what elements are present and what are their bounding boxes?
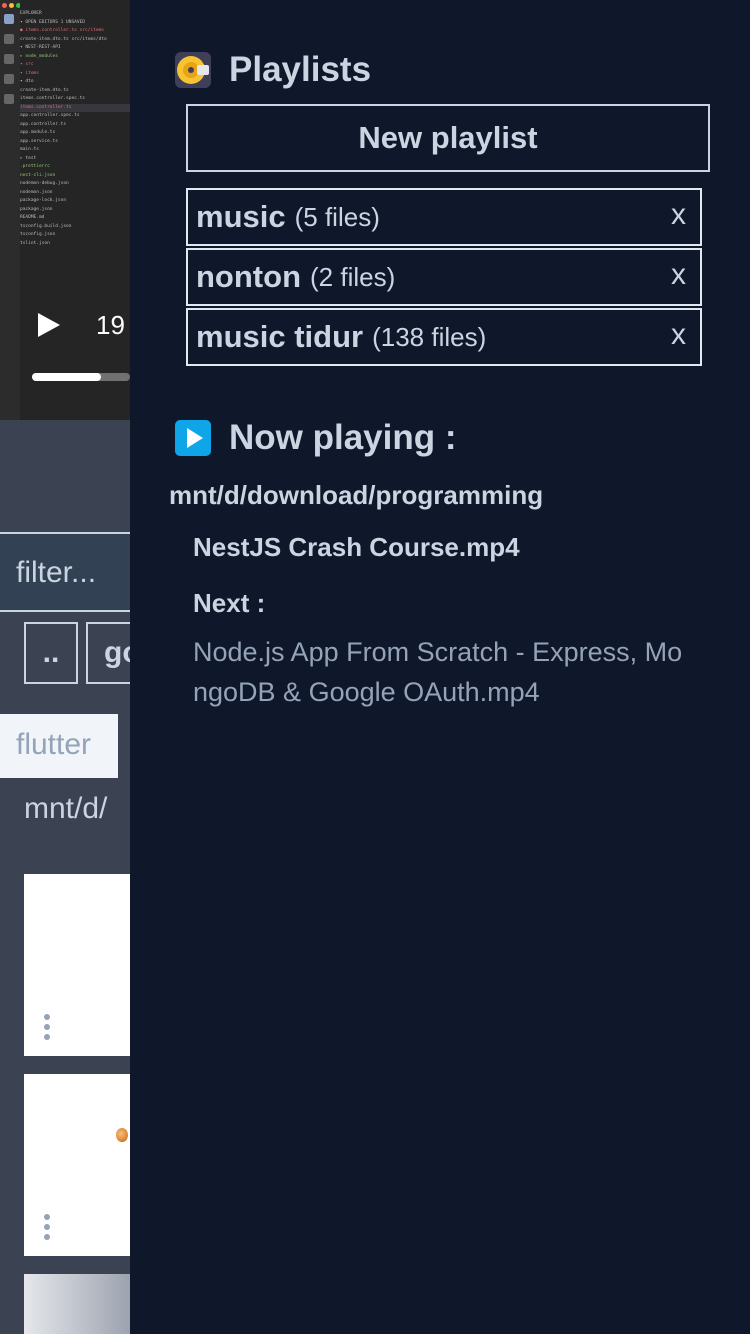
debug-icon [4,74,14,84]
explorer-item[interactable]: ▸ test [20,155,130,164]
video-progress-fill [32,373,101,381]
explorer-item[interactable]: ▾ items [20,70,130,79]
folder-chip[interactable]: flutter [0,714,118,778]
playlist-file-count: (2 files) [310,261,396,292]
explorer-item[interactable]: app.module.ts [20,129,130,138]
play-icon [175,420,211,456]
explorer-item[interactable]: items.controller.ts [20,103,130,112]
explorer-item[interactable]: nodemon-debug.json [20,180,130,189]
search-icon [4,34,14,44]
filter-input[interactable]: filter... [0,532,130,612]
video-card[interactable] [24,1274,130,1334]
source-control-icon [4,54,14,64]
playlists-header: Playlists [175,50,371,90]
explorer-item[interactable]: create-item.dto.ts src/items/dto [20,36,130,45]
explorer-item[interactable]: ▾ src [20,61,130,70]
playlist-panel: Playlists New playlist music (5 files) x… [130,0,750,1334]
files-icon [4,14,14,24]
disc-icon [175,52,211,88]
explorer-item[interactable]: ▾ NEST-REST-API [20,44,130,53]
explorer-item[interactable]: package.json [20,206,130,215]
playlist-item-music[interactable]: music (5 files) x [186,188,702,246]
delete-playlist-button[interactable]: x [671,318,686,352]
explorer-item[interactable]: nodemon.json [20,189,130,198]
now-playing-file: NestJS Crash Course.mp4 [193,532,520,562]
next-label: Next : [193,588,266,618]
now-playing-title: Now playing : [229,418,457,457]
more-options-icon[interactable] [44,1214,50,1240]
explorer-item[interactable]: items.controller.spec.ts [20,95,130,104]
explorer-item[interactable]: nest-cli.json [20,172,130,181]
video-progress-bar[interactable] [32,373,130,381]
playlist-name: music tidur [196,319,364,354]
now-playing-header: Now playing : [175,418,457,458]
explorer-item[interactable]: tsconfig.build.json [20,223,130,232]
next-file: Node.js App From Scratch - Express, Mong… [193,637,683,707]
parent-directory-button[interactable]: .. [24,622,78,684]
delete-playlist-button[interactable]: x [671,198,686,232]
video-play-icon[interactable] [38,313,60,337]
video-card[interactable] [24,874,130,1056]
playlist-item-music-tidur[interactable]: music tidur (138 files) x [186,308,702,366]
explorer-item[interactable]: tslint.json [20,240,130,249]
explorer-item[interactable]: app.controller.spec.ts [20,112,130,121]
explorer-item[interactable]: .prettierrc [20,163,130,172]
video-card[interactable] [24,1074,130,1256]
playlist-name: music [196,199,286,234]
explorer-item[interactable]: README.md [20,214,130,223]
playlist-file-count: (5 files) [294,201,380,232]
explorer-item[interactable]: ▾ OPEN EDITORS 1 UNSAVED [20,19,130,28]
explorer-item[interactable]: ● items.controller.ts src/items [20,27,130,36]
explorer-item[interactable]: app.controller.ts [20,121,130,130]
video-time: 19 [96,310,125,340]
extensions-icon [4,94,14,104]
file-explorer: EXPLORER ▾ OPEN EDITORS 1 UNSAVED ● items… [20,0,130,420]
minimize-dot-icon [9,3,14,8]
explorer-item[interactable]: ▸ node_modules [20,53,130,62]
video-player[interactable]: EXPLORER ▾ OPEN EDITORS 1 UNSAVED ● items… [0,0,130,420]
background-app: EXPLORER ▾ OPEN EDITORS 1 UNSAVED ● items… [0,0,130,1334]
current-path: mnt/d/ [24,792,108,825]
explorer-item[interactable]: tsconfig.json [20,231,130,240]
thumbnail-avatar [116,1128,128,1142]
explorer-item[interactable]: ▾ dto [20,78,130,87]
explorer-item[interactable]: package-lock.json [20,197,130,206]
new-playlist-button[interactable]: New playlist [186,104,710,172]
playlists-title: Playlists [229,50,372,89]
playlist-file-count: (138 files) [372,321,487,352]
now-playing-directory: mnt/d/download/programming [169,480,544,510]
more-options-icon[interactable] [44,1014,50,1040]
explorer-item[interactable]: main.ts [20,146,130,155]
explorer-item[interactable]: EXPLORER [20,10,130,19]
playlist-item-nonton[interactable]: nonton (2 files) x [186,248,702,306]
playlist-name: nonton [196,259,302,294]
delete-playlist-button[interactable]: x [671,258,686,292]
explorer-item[interactable]: app.service.ts [20,138,130,147]
editor-activity-bar [0,0,21,420]
explorer-item[interactable]: create-item.dto.ts [20,87,130,96]
directory-button[interactable]: go [86,622,130,684]
close-dot-icon [2,3,7,8]
playlist-list: music (5 files) x nonton (2 files) x mus… [186,188,702,368]
